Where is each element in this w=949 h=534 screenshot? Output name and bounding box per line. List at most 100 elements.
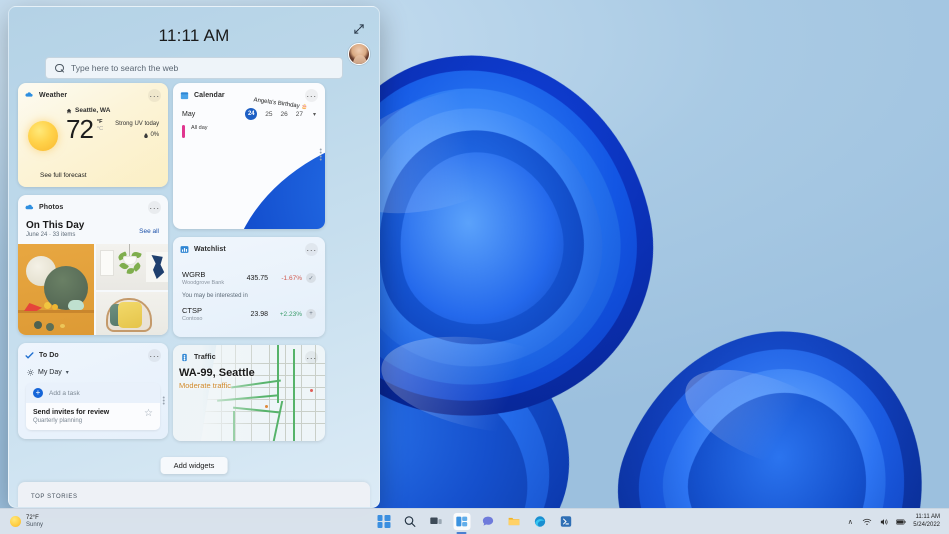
taskbar-icons <box>375 513 574 530</box>
watchlist-interest-label: You may be interested in <box>182 293 248 299</box>
weather-unit-fahrenheit[interactable]: °F <box>97 119 103 126</box>
todo-widget[interactable]: To Do ··· My Day ▾ + Add a task Send inv… <box>18 343 168 439</box>
search-icon <box>55 63 64 73</box>
todo-widget-title: To Do <box>39 352 59 359</box>
widgets-taskbar-icon[interactable] <box>453 513 470 530</box>
edge-icon[interactable] <box>531 513 548 530</box>
photos-see-all-link[interactable]: See all <box>139 228 159 235</box>
store-icon[interactable] <box>557 513 574 530</box>
traffic-more-button[interactable]: ··· <box>305 351 318 364</box>
event-color-bar <box>182 125 185 138</box>
event-time-block: All day <box>191 125 225 131</box>
calendar-month: May <box>182 110 196 118</box>
stock-price: 435.75 <box>246 274 268 282</box>
cake-icon: 🎂 <box>300 103 308 111</box>
weather-units[interactable]: °F °C <box>97 116 103 134</box>
todo-list-item[interactable]: Send invites for review Quarterly planni… <box>26 403 160 430</box>
todo-list-selector[interactable]: My Day ▾ <box>18 365 168 376</box>
weather-location-row: Seattle, WA <box>66 107 168 114</box>
sun-small-icon <box>27 369 34 376</box>
traffic-headline: WA-99, Seattle <box>179 367 255 379</box>
show-hidden-icons-icon[interactable]: ∧ <box>845 517 855 527</box>
sun-icon <box>10 516 21 527</box>
search-placeholder: Type here to search the web <box>71 63 179 73</box>
stock-symbol: CTSP <box>182 306 203 315</box>
calendar-scroll-indicator[interactable]: • • • • <box>320 147 322 164</box>
weather-widget-header: Weather ··· <box>18 83 168 105</box>
widget-grid: Weather ··· Seattle, WA 72 °F °C Strong … <box>9 83 379 441</box>
photos-more-button[interactable]: ··· <box>148 201 161 214</box>
panel-top-controls <box>345 19 373 65</box>
calendar-widget-title: Calendar <box>194 92 225 99</box>
start-button[interactable] <box>375 513 392 530</box>
search-taskbar-icon[interactable] <box>401 513 418 530</box>
taskbar-system-tray: ∧ 11:11 AM 5/24/2022 <box>845 514 949 529</box>
calendar-icon <box>180 92 189 100</box>
network-icon[interactable] <box>862 517 872 527</box>
traffic-widget-title: Traffic <box>194 354 216 361</box>
avatar[interactable] <box>348 43 370 65</box>
file-explorer-icon[interactable] <box>505 513 522 530</box>
stock-identity: WGRB Woodgrove Bank <box>182 270 224 286</box>
battery-icon[interactable] <box>896 517 906 527</box>
watchlist-widget-header: Watchlist ··· <box>173 237 325 259</box>
raindrop-icon <box>144 132 149 138</box>
plus-icon: + <box>33 388 43 398</box>
photo-thumbnail[interactable] <box>96 291 168 335</box>
volume-icon[interactable] <box>879 517 889 527</box>
calendar-more-button[interactable]: ··· <box>305 89 318 102</box>
watchlist-stock-row[interactable]: WGRB Woodgrove Bank 435.75 -1.67% ✓ <box>173 265 325 286</box>
watchlist-stock-row[interactable]: CTSP Contoso 23.98 +2.23% + <box>173 301 325 322</box>
expand-icon[interactable] <box>349 19 369 39</box>
traffic-overlay: WA-99, Seattle Moderate traffic <box>179 367 255 390</box>
watchlist-widget[interactable]: Watchlist ··· WGRB Woodgrove Bank 435.75… <box>173 237 325 337</box>
top-stories-section[interactable]: TOP STORIES <box>18 482 370 507</box>
traffic-widget[interactable]: Traffic ··· WA-99, Seattle Moderate traf… <box>173 345 325 441</box>
todo-add-task-row[interactable]: + Add a task <box>26 383 160 403</box>
stock-name: Woodgrove Bank <box>182 280 225 286</box>
star-icon[interactable]: ☆ <box>144 409 153 419</box>
watchlist-widget-title: Watchlist <box>194 246 226 253</box>
taskbar: 72°F Sunny ∧ 11:11 AM 5/24/2022 <box>0 508 949 534</box>
watchlist-more-button[interactable]: ··· <box>305 243 318 256</box>
taskbar-weather-widget[interactable]: 72°F Sunny <box>0 515 180 528</box>
taskbar-clock[interactable]: 11:11 AM 5/24/2022 <box>913 514 940 529</box>
weather-more-button[interactable]: ··· <box>148 89 161 102</box>
stock-action-icon[interactable]: ✓ <box>306 273 316 283</box>
taskbar-weather-temperature: 72°F <box>26 515 39 521</box>
calendar-event[interactable]: All day Angela's Birthday 🎂 <box>173 97 325 229</box>
calendar-day[interactable]: 25 <box>265 111 272 118</box>
task-view-icon[interactable] <box>427 513 444 530</box>
todo-add-task-label: Add a task <box>49 389 80 397</box>
widget-column-right: Calendar ··· May 24 25 26 27 ▾ All day A… <box>173 83 325 441</box>
weather-widget-title: Weather <box>39 92 68 99</box>
calendar-widget[interactable]: Calendar ··· May 24 25 26 27 ▾ All day A… <box>173 83 325 229</box>
calendar-day[interactable]: 27 <box>296 111 303 118</box>
weather-precip-value: 0% <box>150 132 160 138</box>
calendar-widget-header: Calendar ··· <box>173 83 325 105</box>
add-widgets-button[interactable]: Add widgets <box>160 457 228 474</box>
weather-unit-celsius[interactable]: °C <box>97 126 103 133</box>
search-input[interactable]: Type here to search the web <box>45 57 343 79</box>
chevron-down-icon[interactable]: ▾ <box>313 111 316 118</box>
todo-list: + Add a task Send invites for review Qua… <box>26 383 160 430</box>
stock-identity: CTSP Contoso <box>182 306 203 322</box>
taskbar-time: 11:11 AM <box>915 514 940 520</box>
todo-scroll-indicator[interactable]: • • • <box>163 395 165 408</box>
weather-uv-text: Strong UV today <box>115 121 160 127</box>
photo-thumbnail[interactable] <box>96 244 168 290</box>
calendar-day[interactable]: 26 <box>281 111 288 118</box>
weather-widget[interactable]: Weather ··· Seattle, WA 72 °F °C Strong … <box>18 83 168 187</box>
see-full-forecast-link[interactable]: See full forecast <box>40 172 87 179</box>
top-stories-label: TOP STORIES <box>31 494 78 500</box>
photos-widget[interactable]: Photos ··· On This Day June 24 · 33 item… <box>18 195 168 335</box>
todo-more-button[interactable]: ··· <box>148 349 161 362</box>
event-time: All day <box>191 125 208 131</box>
chat-icon[interactable] <box>479 513 496 530</box>
calendar-day-selected[interactable]: 24 <box>245 108 258 120</box>
photo-thumbnail[interactable] <box>18 244 94 335</box>
weather-location: Seattle, WA <box>75 107 111 114</box>
photos-widget-title: Photos <box>39 204 64 211</box>
widgets-panel: 11:11 AM Type here to search the web Wea… <box>8 6 380 508</box>
stock-add-icon[interactable]: + <box>306 309 316 319</box>
